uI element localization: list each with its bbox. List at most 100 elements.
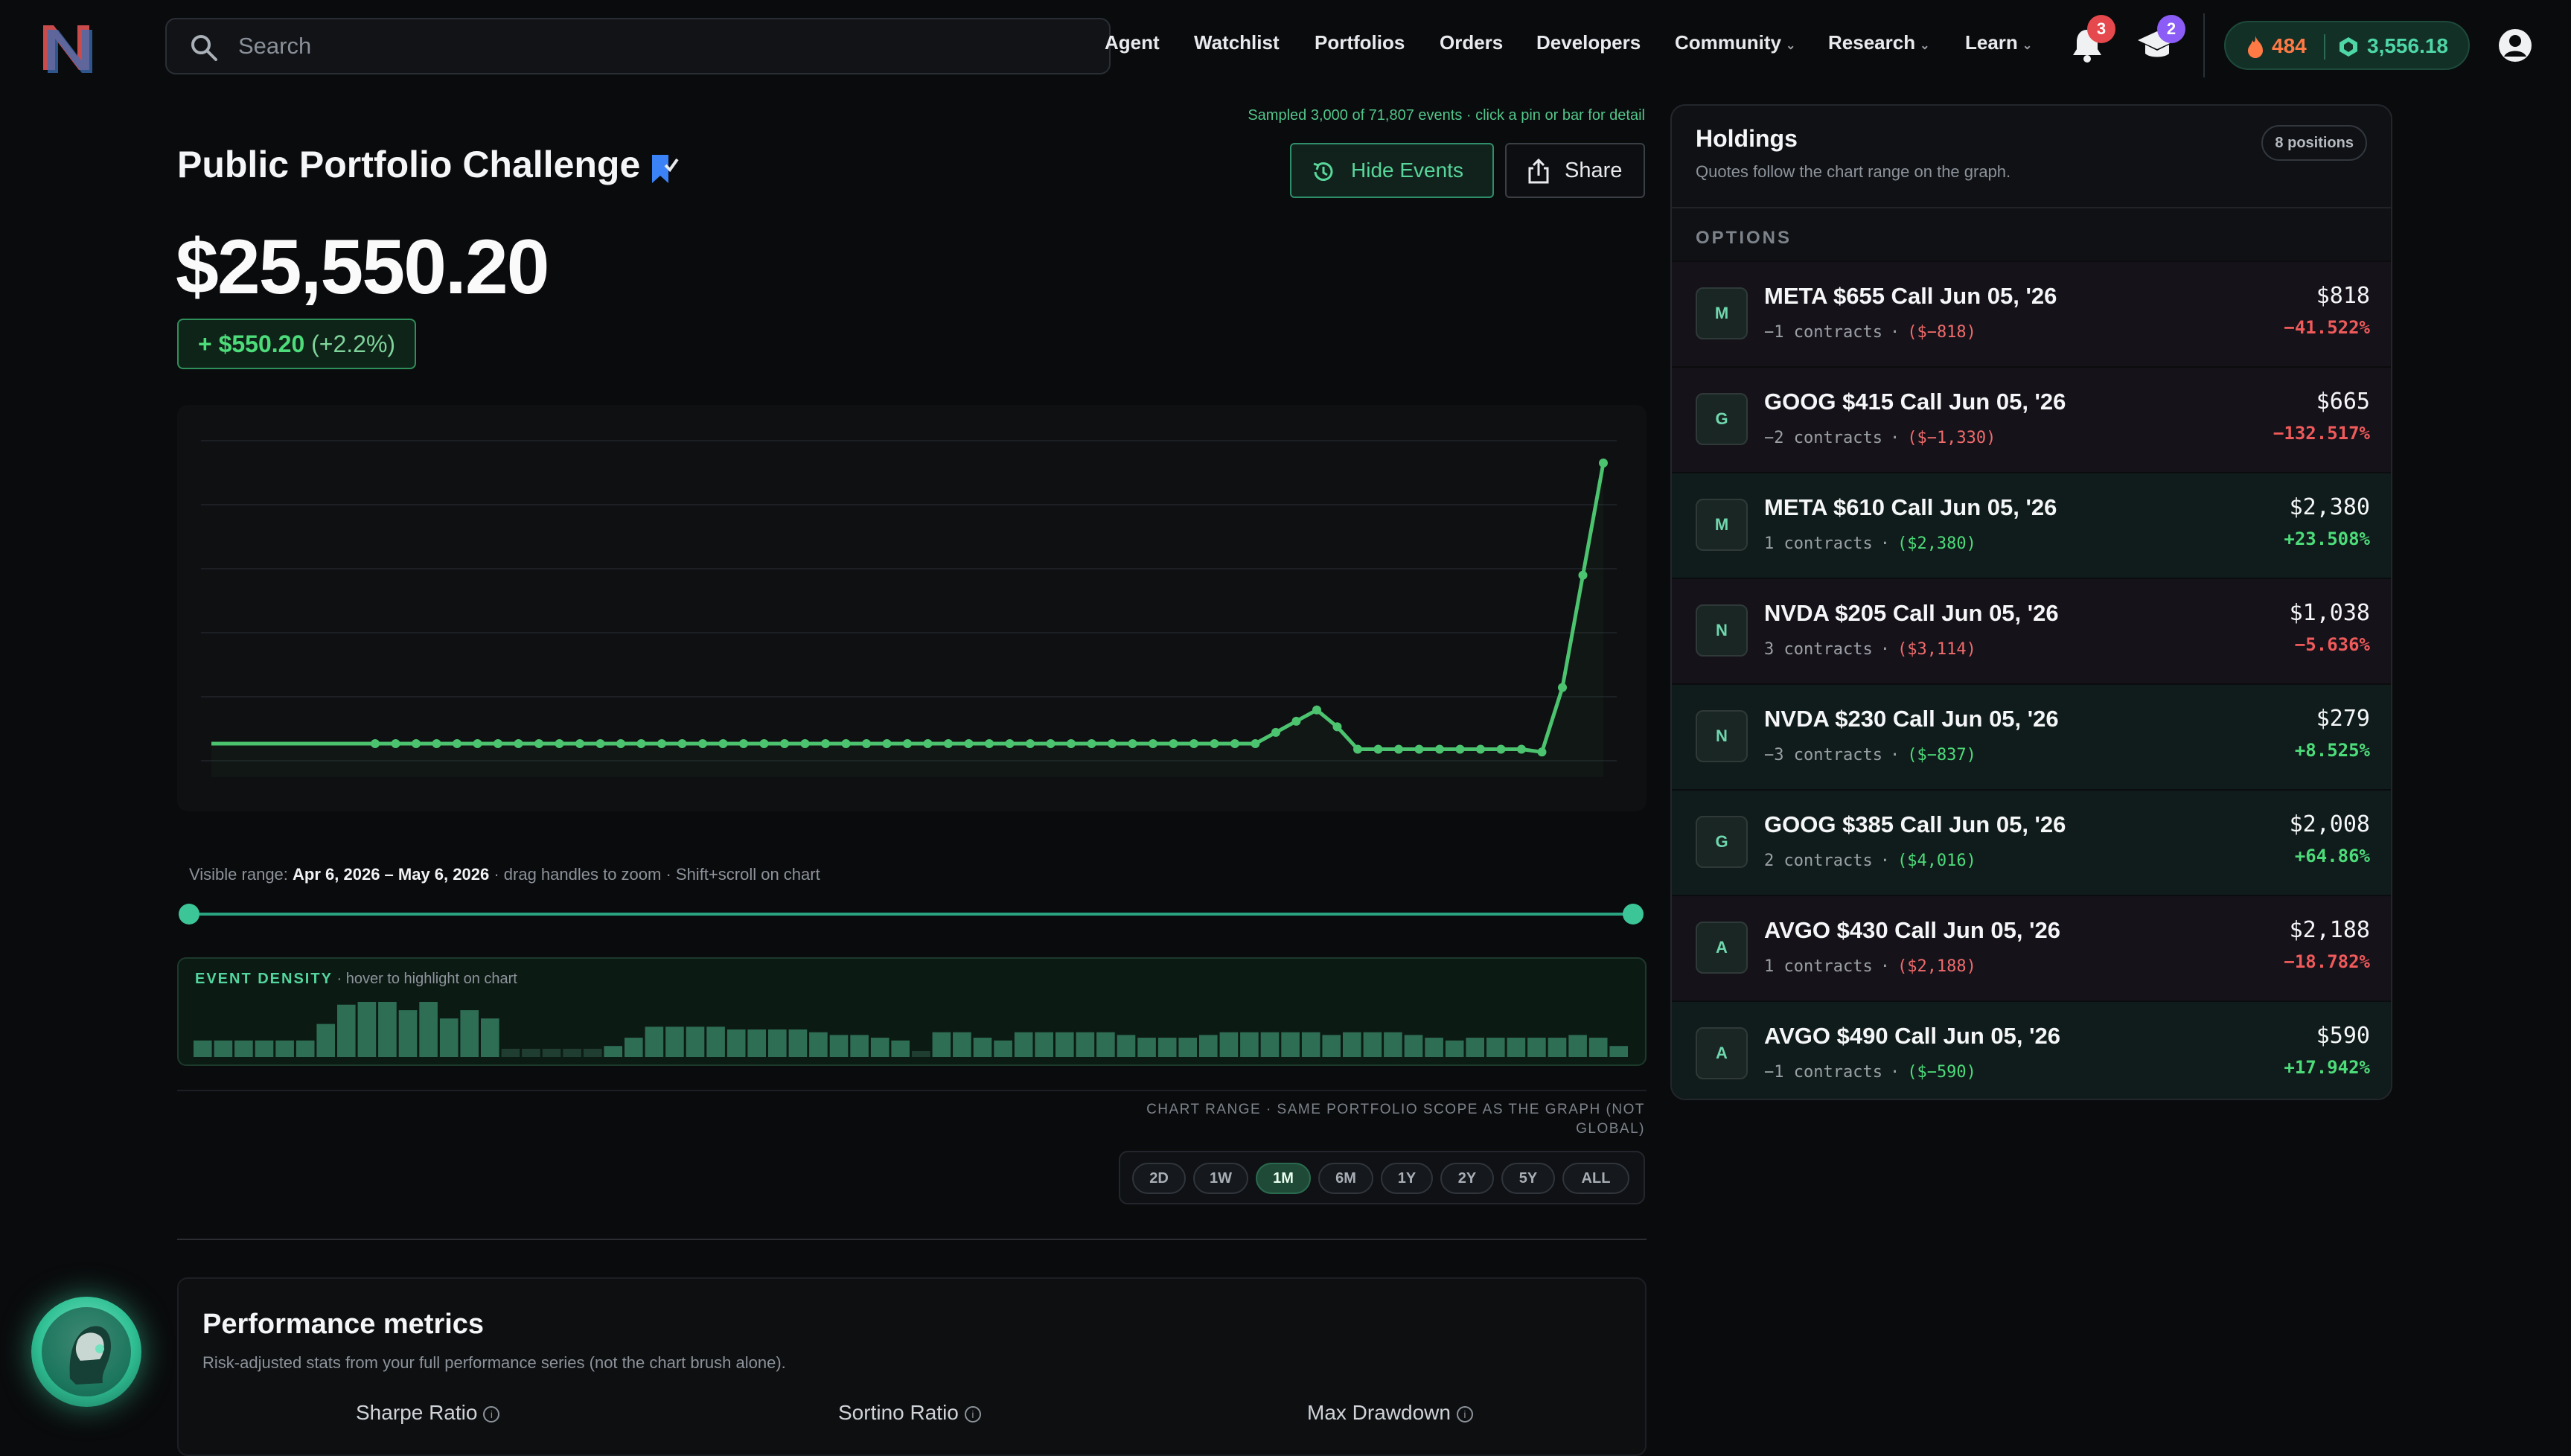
chart-point[interactable] <box>494 739 502 748</box>
density-bar[interactable] <box>809 1032 828 1057</box>
chart-point[interactable] <box>1476 744 1485 754</box>
density-bar[interactable] <box>419 1002 438 1057</box>
holding-row[interactable]: A AVGO $490 Call Jun 05, '26 −1 contracts ·… <box>1672 1000 2391 1099</box>
chart-point[interactable] <box>1169 739 1178 748</box>
chart-point[interactable] <box>1414 744 1424 754</box>
chart-point[interactable] <box>371 739 380 748</box>
density-bar[interactable] <box>1281 1032 1300 1057</box>
density-bar[interactable] <box>829 1035 849 1057</box>
chart-point[interactable] <box>636 739 646 748</box>
chart-point[interactable] <box>1578 570 1588 580</box>
chart-canvas[interactable] <box>177 405 1647 811</box>
chart-point[interactable] <box>862 739 871 748</box>
density-bar[interactable] <box>522 1048 540 1057</box>
search-bar[interactable] <box>165 18 1111 74</box>
event-density-panel[interactable]: EVENT DENSITY · hover to highlight on ch… <box>177 957 1647 1066</box>
density-bar[interactable] <box>1178 1038 1197 1057</box>
chart-point[interactable] <box>1067 739 1076 748</box>
density-bar[interactable] <box>1076 1032 1095 1057</box>
density-bar[interactable] <box>1137 1038 1156 1057</box>
chart-point[interactable] <box>1455 744 1465 754</box>
info-icon[interactable]: i <box>964 1405 981 1423</box>
notifications-button[interactable]: 3 <box>2065 15 2115 67</box>
share-button[interactable]: Share <box>1505 143 1645 198</box>
chart-point[interactable] <box>1496 744 1506 754</box>
density-bar[interactable] <box>932 1032 951 1057</box>
chart-point[interactable] <box>1353 744 1362 754</box>
chart-point[interactable] <box>1087 739 1096 748</box>
chart-point[interactable] <box>1271 727 1280 737</box>
chart-point[interactable] <box>1026 739 1035 748</box>
nav-community[interactable]: Community ⌄ <box>1675 31 1795 54</box>
nav-agent[interactable]: Agent <box>1105 31 1160 54</box>
density-bar[interactable] <box>706 1026 725 1057</box>
holding-row[interactable]: N NVDA $205 Call Jun 05, '26 3 contracts · (… <box>1672 578 2391 683</box>
chart-point[interactable] <box>412 739 421 748</box>
density-bar[interactable] <box>604 1046 622 1057</box>
density-bar[interactable] <box>1322 1035 1341 1057</box>
chart-point[interactable] <box>739 739 748 748</box>
density-bar[interactable] <box>583 1048 602 1057</box>
density-bar[interactable] <box>1425 1038 1443 1057</box>
density-bar[interactable] <box>1055 1032 1074 1057</box>
chart-point[interactable] <box>964 739 974 748</box>
chart-point[interactable] <box>657 739 666 748</box>
density-bar[interactable] <box>1014 1032 1033 1057</box>
density-bar[interactable] <box>1507 1038 1526 1057</box>
holding-row[interactable]: G GOOG $415 Call Jun 05, '26 −2 contracts ·… <box>1672 366 2391 472</box>
density-bar[interactable] <box>1384 1032 1402 1057</box>
chart-point[interactable] <box>1517 744 1526 754</box>
density-bar[interactable] <box>1240 1032 1259 1057</box>
hide-events-button[interactable]: Hide Events <box>1290 143 1494 198</box>
density-bar[interactable] <box>460 1010 479 1057</box>
range-button-5y[interactable]: 5Y <box>1501 1163 1555 1194</box>
chart-point[interactable] <box>677 739 687 748</box>
holding-row[interactable]: M META $610 Call Jun 05, '26 1 contracts · (… <box>1672 472 2391 578</box>
density-bar[interactable] <box>1260 1032 1280 1057</box>
density-bar[interactable] <box>850 1035 869 1057</box>
portfolio-chart[interactable] <box>177 405 1647 811</box>
range-slider-end-handle[interactable] <box>1623 904 1644 925</box>
density-bar[interactable] <box>234 1040 253 1057</box>
density-bar[interactable] <box>665 1026 684 1057</box>
density-bar[interactable] <box>1301 1032 1320 1057</box>
chart-point[interactable] <box>1128 739 1137 748</box>
density-bar[interactable] <box>1363 1032 1382 1057</box>
rewards-pill[interactable]: 484 3,556.18 <box>2224 21 2470 70</box>
chart-point[interactable] <box>1149 739 1157 748</box>
chart-point[interactable] <box>718 739 728 748</box>
density-bar[interactable] <box>788 1029 808 1057</box>
density-bar[interactable] <box>1404 1035 1423 1057</box>
account-icon[interactable] <box>2497 27 2534 64</box>
chart-point[interactable] <box>1046 739 1055 748</box>
bookmark-icon[interactable] <box>649 152 679 186</box>
chart-point[interactable] <box>1108 739 1117 748</box>
range-button-6m[interactable]: 6M <box>1318 1163 1373 1194</box>
density-bar[interactable] <box>1527 1038 1546 1057</box>
ai-assistant-button[interactable] <box>31 1297 141 1407</box>
density-bar[interactable] <box>1096 1032 1115 1057</box>
chart-point[interactable] <box>985 739 994 748</box>
range-button-1w[interactable]: 1W <box>1193 1163 1248 1194</box>
chart-point[interactable] <box>1537 747 1547 757</box>
density-bar[interactable] <box>316 1024 335 1057</box>
density-bar[interactable] <box>686 1026 705 1057</box>
holding-row[interactable]: N NVDA $230 Call Jun 05, '26 −3 contracts ·… <box>1672 683 2391 789</box>
holding-row[interactable]: A AVGO $430 Call Jun 05, '26 1 contracts · (… <box>1672 895 2391 1000</box>
chart-point[interactable] <box>1291 716 1301 726</box>
chart-point[interactable] <box>555 739 564 748</box>
chart-point[interactable] <box>944 739 953 748</box>
chart-point[interactable] <box>575 739 584 748</box>
density-bar[interactable] <box>1466 1038 1484 1057</box>
chart-point[interactable] <box>391 739 400 748</box>
range-slider-start-handle[interactable] <box>179 904 199 925</box>
density-bar[interactable] <box>296 1040 315 1057</box>
nav-watchlist[interactable]: Watchlist <box>1194 31 1280 54</box>
chart-point[interactable] <box>759 739 769 748</box>
density-bar[interactable] <box>768 1029 787 1057</box>
density-bar[interactable] <box>1486 1038 1505 1057</box>
density-bar[interactable] <box>1609 1046 1628 1057</box>
chart-point[interactable] <box>534 739 543 748</box>
density-bar[interactable] <box>439 1018 459 1057</box>
chart-point[interactable] <box>1599 459 1608 467</box>
